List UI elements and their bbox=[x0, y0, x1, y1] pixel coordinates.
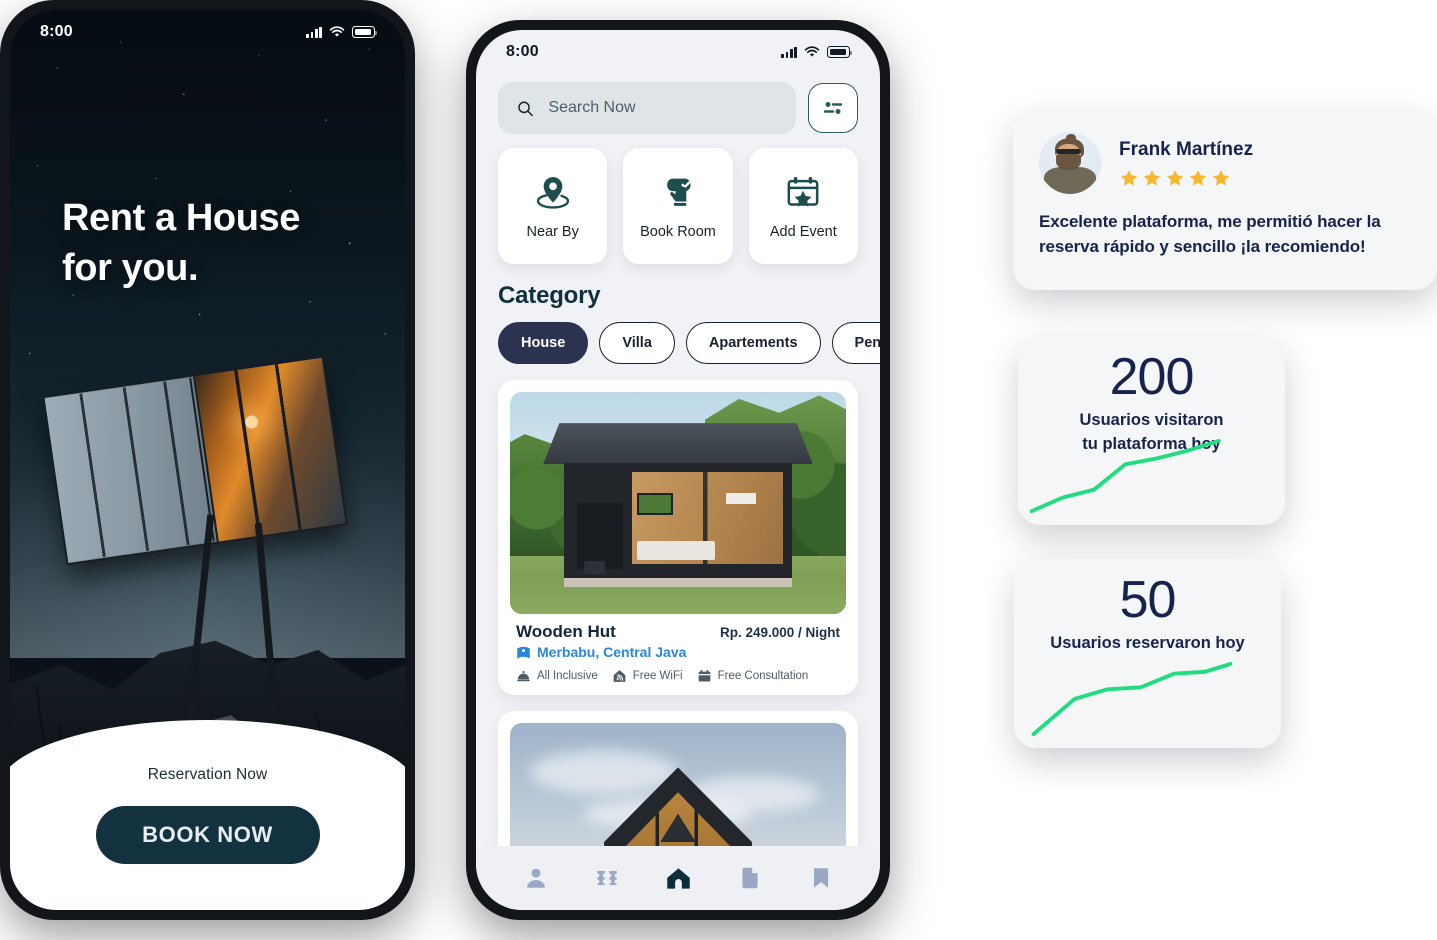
status-bar: 8:00 bbox=[10, 10, 405, 54]
stat-number: 50 bbox=[1119, 571, 1177, 629]
search-input[interactable] bbox=[548, 99, 778, 117]
listing-photo bbox=[510, 392, 846, 614]
quick-action-label: Book Room bbox=[640, 224, 716, 240]
search-row bbox=[498, 82, 858, 134]
listing-amenities: All Inclusive Free WiFi Free Consultatio… bbox=[516, 669, 840, 683]
amenity-label: Free Consultation bbox=[717, 670, 809, 682]
file-icon bbox=[741, 867, 758, 889]
ticket-icon bbox=[596, 870, 617, 886]
quick-action-label: Near By bbox=[526, 224, 579, 240]
listing-name: Wooden Hut bbox=[516, 622, 616, 641]
map-location-icon bbox=[517, 646, 530, 658]
tab-home[interactable] bbox=[665, 865, 692, 892]
stat-label-line1: Usuarios reservaron hoy bbox=[1050, 634, 1245, 653]
tab-bookmarks[interactable] bbox=[808, 865, 834, 891]
filter-sliders-icon bbox=[823, 102, 843, 114]
amenity-free-wifi: Free WiFi bbox=[612, 669, 683, 683]
status-badge bbox=[1119, 168, 1253, 188]
status-time: 8:00 bbox=[40, 23, 73, 40]
cellular-signal-icon bbox=[306, 26, 322, 38]
food-cloche-icon bbox=[517, 671, 530, 682]
quick-action-add-event[interactable]: Add Event bbox=[748, 148, 858, 264]
cellular-signal-icon bbox=[781, 46, 797, 58]
wifi-icon bbox=[804, 46, 820, 57]
listing-card-wooden-hut[interactable]: Wooden Hut Rp. 249.000 / Night Merbabu, … bbox=[498, 380, 858, 695]
stat-number: 200 bbox=[1109, 348, 1195, 406]
phone-onboarding: 8:00 Rent a House for you. Reservation N… bbox=[0, 0, 415, 920]
testimonial-card: Frank Martínez Excelente plataforma, me … bbox=[1013, 110, 1437, 290]
tab-tickets[interactable] bbox=[594, 865, 620, 891]
page-title: Rent a House for you. bbox=[62, 193, 300, 293]
tap-hand-check-icon bbox=[667, 178, 691, 206]
avatar bbox=[1039, 132, 1101, 194]
stat-card-reservations: 50 Usuarios reservaron hoy bbox=[1014, 559, 1281, 748]
app-screen: 8:00 Search Now Near By Book Room Add Ev… bbox=[476, 30, 880, 910]
trend-sparkline bbox=[1029, 439, 1221, 514]
amenity-label: Free WiFi bbox=[632, 670, 683, 682]
hero-title-line1: Rent a House bbox=[62, 197, 301, 239]
status-time: 8:00 bbox=[506, 43, 539, 60]
listing-info: Wooden Hut Rp. 249.000 / Night Merbabu, … bbox=[510, 614, 846, 685]
category-chip-apartements[interactable]: Apartements bbox=[685, 322, 821, 364]
stat-label: Usuarios reservaron hoy bbox=[1050, 632, 1244, 655]
calendar-star-icon bbox=[787, 177, 819, 207]
phone-app: 8:00 Search Now Near By Book Room Add Ev… bbox=[466, 20, 890, 920]
star-icon bbox=[1166, 169, 1184, 186]
home-icon bbox=[666, 867, 690, 889]
app-content: Near By Book Room bbox=[476, 74, 880, 846]
wifi-icon bbox=[329, 26, 345, 37]
listing-card-next[interactable] bbox=[498, 711, 858, 846]
hero-title-line2: for you. bbox=[62, 247, 199, 290]
amenity-label: All Inclusive bbox=[537, 670, 598, 682]
star-icon bbox=[1189, 169, 1207, 186]
person-icon bbox=[526, 868, 545, 888]
reservation-label: Reservation Now bbox=[147, 766, 268, 783]
category-chip-villa[interactable]: Villa bbox=[599, 322, 675, 364]
listing-location: Merbabu, Central Java bbox=[516, 644, 840, 660]
screenshot-stage: 8:00 Rent a House for you. Reservation N… bbox=[0, 0, 1437, 940]
quick-action-label: Add Event bbox=[769, 224, 837, 240]
listing-location-label: Merbabu, Central Java bbox=[537, 644, 687, 660]
category-title: Category bbox=[498, 282, 601, 309]
tab-profile[interactable] bbox=[523, 865, 549, 891]
amenity-free-consultation: Free Consultation bbox=[697, 669, 809, 683]
bottom-tab-bar bbox=[476, 846, 880, 910]
star-icon bbox=[1143, 169, 1161, 186]
testimonial-author: Frank Martínez bbox=[1119, 138, 1254, 160]
quick-action-near-by[interactable]: Near By bbox=[498, 148, 608, 264]
book-now-button[interactable]: BOOK NOW bbox=[95, 806, 320, 864]
bookmark-icon bbox=[813, 868, 828, 888]
stat-card-visitors: 200 Usuarios visitaron tu plataforma hoy bbox=[1018, 336, 1285, 525]
tab-documents[interactable] bbox=[737, 865, 763, 891]
status-indicators bbox=[781, 46, 853, 58]
star-icon bbox=[1212, 169, 1230, 186]
quick-actions: Near By Book Room Add Event bbox=[498, 148, 858, 264]
stat-label-line1: Usuarios visitaron bbox=[1079, 411, 1224, 430]
battery-icon bbox=[827, 46, 853, 58]
category-chip-penthouse[interactable]: Penthouse bbox=[831, 322, 880, 364]
calendar-icon bbox=[698, 669, 710, 682]
amenity-all-inclusive: All Inclusive bbox=[516, 669, 598, 683]
listing-photo bbox=[510, 723, 846, 846]
search-box[interactable] bbox=[498, 82, 796, 134]
category-chip-house[interactable]: House bbox=[498, 322, 589, 364]
search-icon bbox=[518, 101, 533, 116]
reservation-panel: Reservation Now BOOK NOW bbox=[10, 720, 405, 910]
filter-button[interactable] bbox=[808, 83, 858, 133]
trend-sparkline bbox=[1031, 662, 1233, 737]
category-chips: House Villa Apartements Penthouse bbox=[498, 322, 880, 364]
quick-action-book-room[interactable]: Book Room bbox=[623, 148, 733, 264]
house-wifi-icon bbox=[613, 670, 626, 682]
location-pin-icon bbox=[536, 177, 569, 209]
testimonial-header: Frank Martínez bbox=[1039, 132, 1411, 194]
status-indicators bbox=[306, 26, 378, 38]
onboarding-screen: 8:00 Rent a House for you. Reservation N… bbox=[10, 10, 405, 910]
star-icon bbox=[1120, 169, 1138, 186]
battery-icon bbox=[352, 26, 378, 38]
status-bar: 8:00 bbox=[476, 30, 880, 74]
listing-price: Rp. 249.000 / Night bbox=[719, 625, 840, 640]
testimonial-quote: Excelente plataforma, me permitió hacer … bbox=[1039, 212, 1381, 256]
